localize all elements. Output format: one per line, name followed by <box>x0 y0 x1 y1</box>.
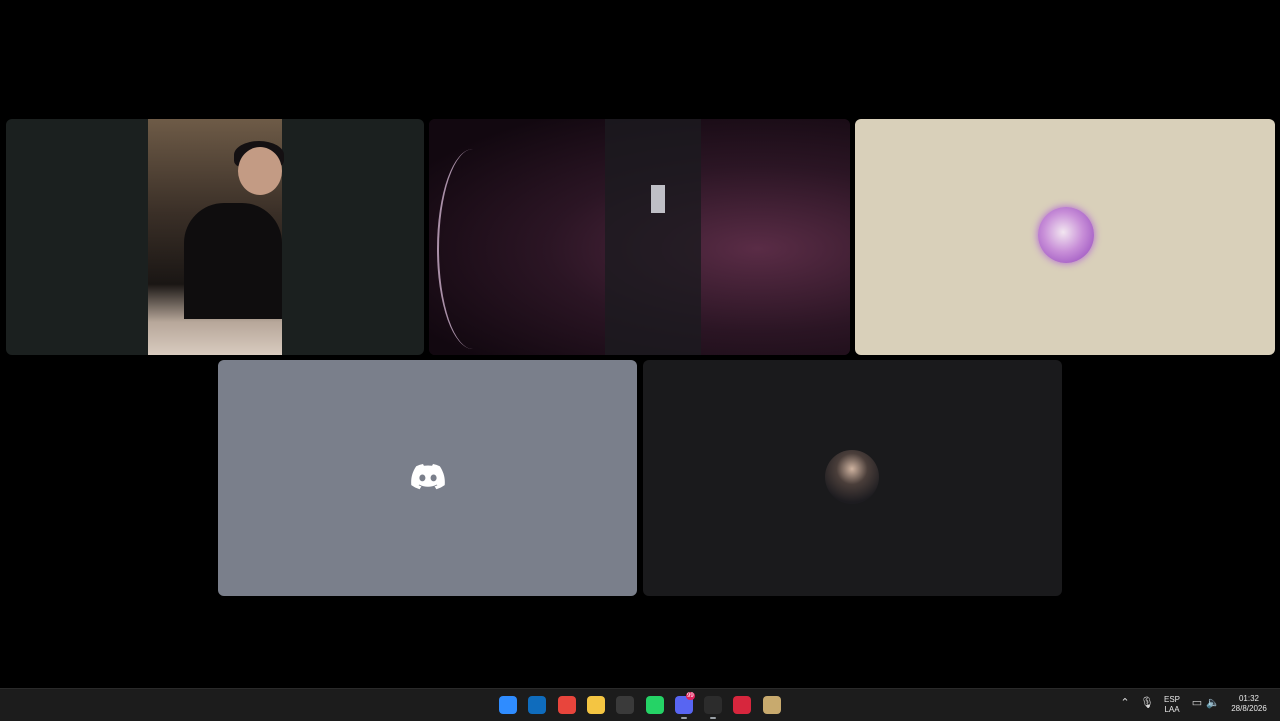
discord-icon[interactable]: 99 <box>675 692 695 714</box>
network-icon[interactable]: ▭ <box>1190 696 1204 710</box>
running-indicator <box>710 717 716 719</box>
participant-tile-discord-default[interactable] <box>218 360 637 596</box>
obs-icon[interactable] <box>704 696 722 714</box>
microphone-icon[interactable]: 🎙 <box>1140 696 1154 710</box>
red-app-icon[interactable] <box>733 696 751 714</box>
avatar <box>1038 207 1094 263</box>
discord-logo-icon <box>411 464 445 490</box>
participant-tile-webcam-2[interactable] <box>429 119 850 355</box>
avatar <box>825 450 879 504</box>
participant-tile-avatar-anime[interactable] <box>855 119 1275 355</box>
outlook-icon[interactable] <box>528 696 546 714</box>
chrome-icon[interactable] <box>558 696 576 714</box>
file-explorer-icon[interactable] <box>587 696 605 714</box>
webcam-video-room <box>429 119 850 355</box>
whatsapp-icon[interactable] <box>646 696 664 714</box>
app-cube-icon[interactable] <box>616 696 634 714</box>
time-text: 01:32 <box>1238 694 1260 703</box>
volume-icon[interactable]: 🔈 <box>1206 696 1220 710</box>
taskbar: 99 ⌃ 🎙 ESP LAA ▭ 🔈 01:32 28/8/2026 <box>0 688 1280 721</box>
participant-tile-webcam-1[interactable] <box>6 119 424 355</box>
clock[interactable]: 01:32 28/8/2026 <box>1226 694 1272 714</box>
language-indicator[interactable]: ESP LAA <box>1160 695 1184 715</box>
notification-badge: 99 <box>686 692 695 700</box>
league-icon[interactable] <box>763 696 781 714</box>
date-text: 28/8/2026 <box>1231 704 1267 713</box>
start-icon[interactable] <box>499 696 517 714</box>
person-silhouette <box>184 203 282 319</box>
participant-tile-avatar-photo[interactable] <box>643 360 1062 596</box>
webcam-video <box>148 119 284 355</box>
chevron-up-icon[interactable]: ⌃ <box>1118 696 1132 710</box>
running-indicator <box>681 717 687 719</box>
